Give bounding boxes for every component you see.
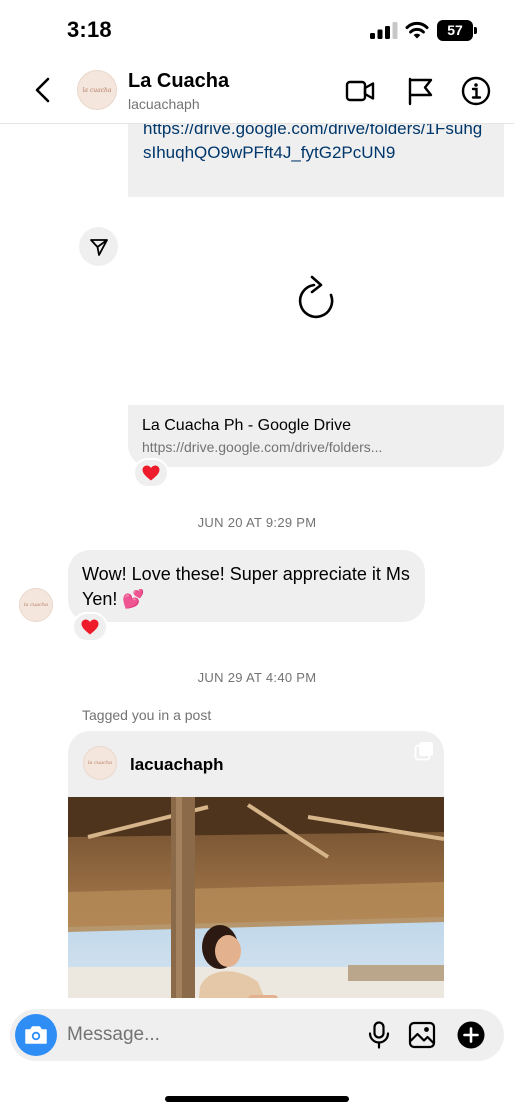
chat-thread: https://drive.google.com/drive/folders/1… <box>0 0 514 1112</box>
home-indicator[interactable] <box>165 1096 349 1102</box>
message-input[interactable] <box>67 1021 347 1049</box>
gallery-icon[interactable] <box>408 1021 436 1049</box>
heart-reaction[interactable] <box>133 458 169 488</box>
preview-url: https://drive.google.com/drive/folders..… <box>142 439 383 455</box>
camera-button[interactable] <box>15 1014 57 1056</box>
video-camera-icon[interactable] <box>344 75 376 107</box>
contact-handle[interactable]: lacuachaph <box>128 96 200 112</box>
avatar-logo: la cuacha <box>87 760 113 766</box>
share-button[interactable] <box>79 227 118 266</box>
contact-avatar[interactable]: la cuacha <box>77 70 117 110</box>
post-author-avatar[interactable]: la cuacha <box>83 746 117 780</box>
timestamp: JUN 29 AT 4:40 PM <box>197 670 317 685</box>
drive-link[interactable]: https://drive.google.com/drive/folders/1… <box>143 117 488 165</box>
paper-plane-icon <box>89 238 108 256</box>
camera-icon <box>25 1026 47 1044</box>
flag-icon[interactable] <box>404 75 436 107</box>
link-preview-card[interactable]: La Cuacha Ph - Google Drive https://driv… <box>128 405 504 467</box>
heart-icon <box>81 619 99 635</box>
add-icon[interactable] <box>457 1021 485 1049</box>
contact-name[interactable]: La Cuacha <box>128 70 229 93</box>
avatar-logo: la cuacha <box>23 602 49 608</box>
multiple-photos-icon <box>414 742 433 761</box>
timestamp: JUN 20 AT 9:29 PM <box>197 515 317 530</box>
microphone-icon[interactable] <box>366 1021 392 1049</box>
post-username[interactable]: lacuachaph <box>130 755 224 775</box>
preview-title: La Cuacha Ph - Google Drive <box>142 417 351 434</box>
sender-avatar[interactable]: la cuacha <box>19 588 53 622</box>
tagged-post-label: Tagged you in a post <box>82 707 212 723</box>
chat-header: la cuacha La Cuacha lacuachaph <box>0 60 514 124</box>
chevron-left-icon[interactable] <box>30 74 58 106</box>
message-composer <box>10 1009 504 1061</box>
heart-reaction[interactable] <box>72 612 108 642</box>
reload-icon[interactable] <box>294 275 338 321</box>
info-icon[interactable] <box>460 75 492 107</box>
message-bubble[interactable]: Wow! Love these! Super appreciate it Ms … <box>68 550 425 622</box>
avatar-logo: la cuacha <box>82 86 112 94</box>
heart-icon <box>142 465 160 481</box>
